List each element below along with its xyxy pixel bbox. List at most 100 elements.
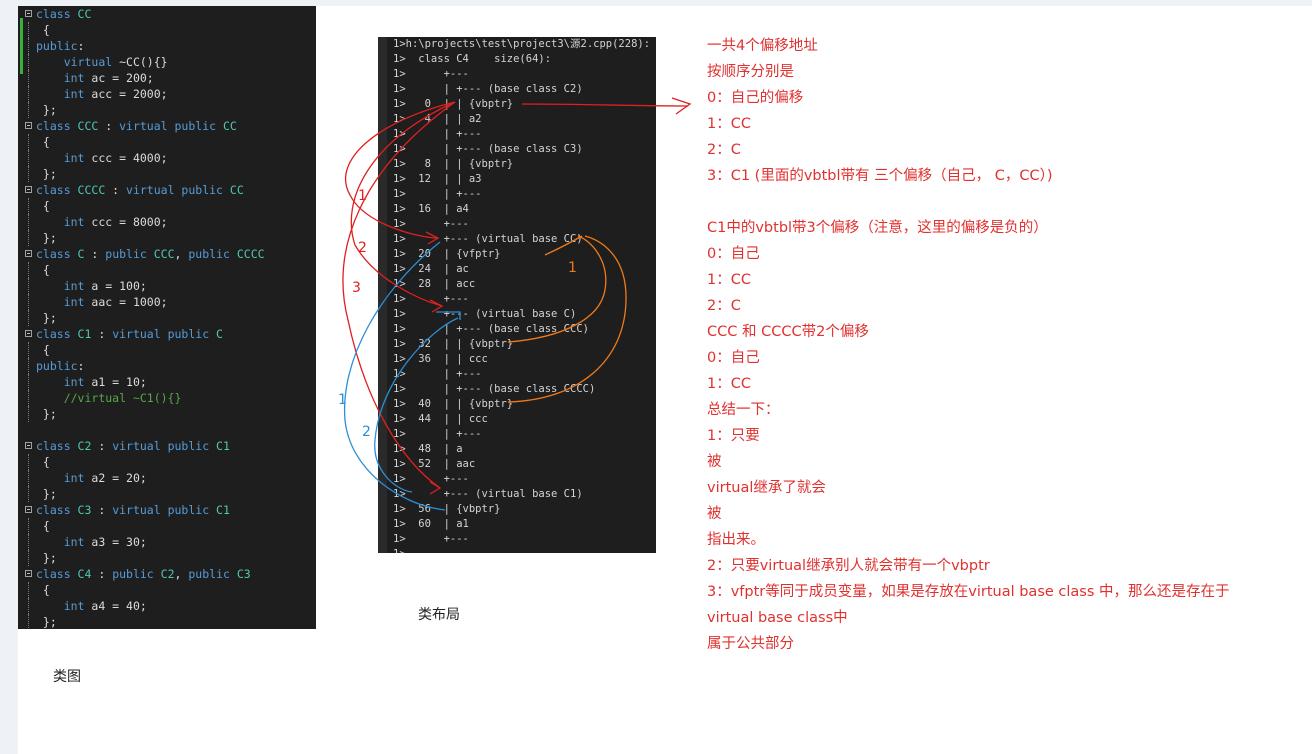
code-token: int: [63, 215, 85, 229]
code-token: C3: [236, 567, 251, 581]
code-token: };: [36, 231, 57, 245]
fold-toggle-icon[interactable]: [25, 10, 32, 17]
code-token: {: [36, 23, 50, 37]
code-token: ac = 200;: [84, 71, 154, 85]
note-line: C1中的vbtbl带3个偏移（注意，这里的偏移是负的）: [707, 220, 1048, 236]
code-token: {: [36, 519, 50, 533]
code-text: class C : public CCC, public CCCC: [36, 246, 265, 262]
code-line: int ac = 200;: [18, 70, 316, 86]
code-text: };: [36, 310, 57, 326]
output-line: 1> +--- (virtual base CC): [393, 233, 583, 245]
fold-guide: [28, 22, 29, 38]
code-token: :: [105, 183, 127, 197]
fold-toggle-icon[interactable]: [25, 330, 32, 337]
explanation-notes: 一共4个偏移地址 按顺序分别是 0：自己的偏移 1：CC 2：C 3：C1 (里面的vbt…: [707, 36, 1307, 660]
code-token: public: [112, 567, 161, 581]
code-text: {: [36, 342, 50, 358]
output-line: 1> 20 | {vfptr}: [393, 248, 501, 260]
output-line: 1> 0 | | {vbptr}: [393, 98, 514, 110]
fold-toggle-icon[interactable]: [25, 442, 32, 449]
code-token: {: [36, 455, 50, 469]
code-token: CC: [222, 119, 237, 133]
note-line: 被: [707, 506, 722, 522]
left-margin: [0, 6, 18, 754]
code-line: {: [18, 518, 316, 534]
output-line: 1> class C4 size(64):: [393, 53, 552, 65]
code-text: class CC: [36, 6, 91, 22]
code-text: int a1 = 10;: [36, 374, 147, 390]
code-line: class CCC : virtual public CC: [18, 118, 316, 134]
note-line: 一共4个偏移地址: [707, 38, 818, 54]
output-gutter: [378, 37, 387, 553]
code-token: {: [36, 263, 50, 277]
fold-guide: [28, 38, 29, 54]
code-token: class: [36, 7, 78, 21]
output-line: 1> 32 | | {vbptr}: [393, 338, 514, 350]
output-line: 1>h:\projects\test\project3\源2.cpp(228):…: [393, 38, 656, 50]
code-line: };: [18, 102, 316, 118]
fold-toggle-icon[interactable]: [25, 570, 32, 577]
note-line: CCC 和 CCCC带2个偏移: [707, 324, 869, 340]
note-line: 1：只要: [707, 428, 760, 444]
output-line: 1> | +---: [393, 128, 482, 140]
code-text: class C3 : virtual public C1: [36, 502, 230, 518]
code-token: };: [36, 551, 57, 565]
code-line: virtual ~CC(){}: [18, 54, 316, 70]
output-line: 1> 28 | acc: [393, 278, 476, 290]
fold-guide: [28, 582, 29, 598]
code-text: int acc = 2000;: [36, 86, 168, 102]
code-token: CCCC: [236, 247, 265, 261]
code-token: C1: [216, 439, 230, 453]
fold-toggle-icon[interactable]: [25, 186, 32, 193]
code-line: };: [18, 230, 316, 246]
code-token: class: [36, 567, 78, 581]
output-line: 1> 60 | a1: [393, 518, 469, 530]
output-line: 1> 24 | ac: [393, 263, 469, 275]
hand-label-2: 2: [358, 240, 367, 256]
code-token: virtual public: [112, 503, 217, 517]
output-line: 1> 56 | {vbptr}: [393, 503, 501, 515]
code-token: :: [91, 567, 113, 581]
code-token: int: [63, 295, 85, 309]
output-line: 1> 44 | | ccc: [393, 413, 488, 425]
code-text: int ccc = 4000;: [36, 150, 168, 166]
fold-toggle-icon[interactable]: [25, 250, 32, 257]
code-line: int a2 = 20;: [18, 470, 316, 486]
output-line: 1> 40 | | {vbptr}: [393, 398, 514, 410]
code-text: int a4 = 40;: [36, 598, 147, 614]
code-line: };: [18, 166, 316, 182]
fold-guide: [28, 406, 29, 422]
fold-toggle-icon[interactable]: [25, 506, 32, 513]
fold-guide: [28, 70, 29, 86]
code-token: C1: [77, 327, 92, 341]
output-line: 1> +---: [393, 473, 469, 485]
code-token: ,: [174, 567, 189, 581]
code-token: virtual public: [119, 119, 223, 133]
code-token: };: [36, 487, 57, 501]
fold-guide: [28, 518, 29, 534]
code-line: {: [18, 342, 316, 358]
arrowhead: [671, 97, 692, 115]
code-token: {: [36, 135, 50, 149]
code-token: virtual public: [112, 327, 217, 341]
code-line: int ccc = 8000;: [18, 214, 316, 230]
fold-guide: [28, 230, 29, 246]
output-line: 1> +--- (virtual base C): [393, 308, 577, 320]
hand-label-1: 1: [358, 188, 367, 204]
note-line: 2：C: [707, 298, 741, 314]
fold-guide: [28, 374, 29, 390]
output-line: 1> | +--- (base class CCCC): [393, 383, 596, 395]
output-line: 1> +---: [393, 218, 469, 230]
note-line: 被: [707, 454, 722, 470]
fold-toggle-icon[interactable]: [25, 122, 32, 129]
code-token: int: [63, 279, 85, 293]
code-token: :: [91, 327, 113, 341]
code-token: :: [84, 247, 106, 261]
note-line: 0：自己: [707, 246, 760, 262]
